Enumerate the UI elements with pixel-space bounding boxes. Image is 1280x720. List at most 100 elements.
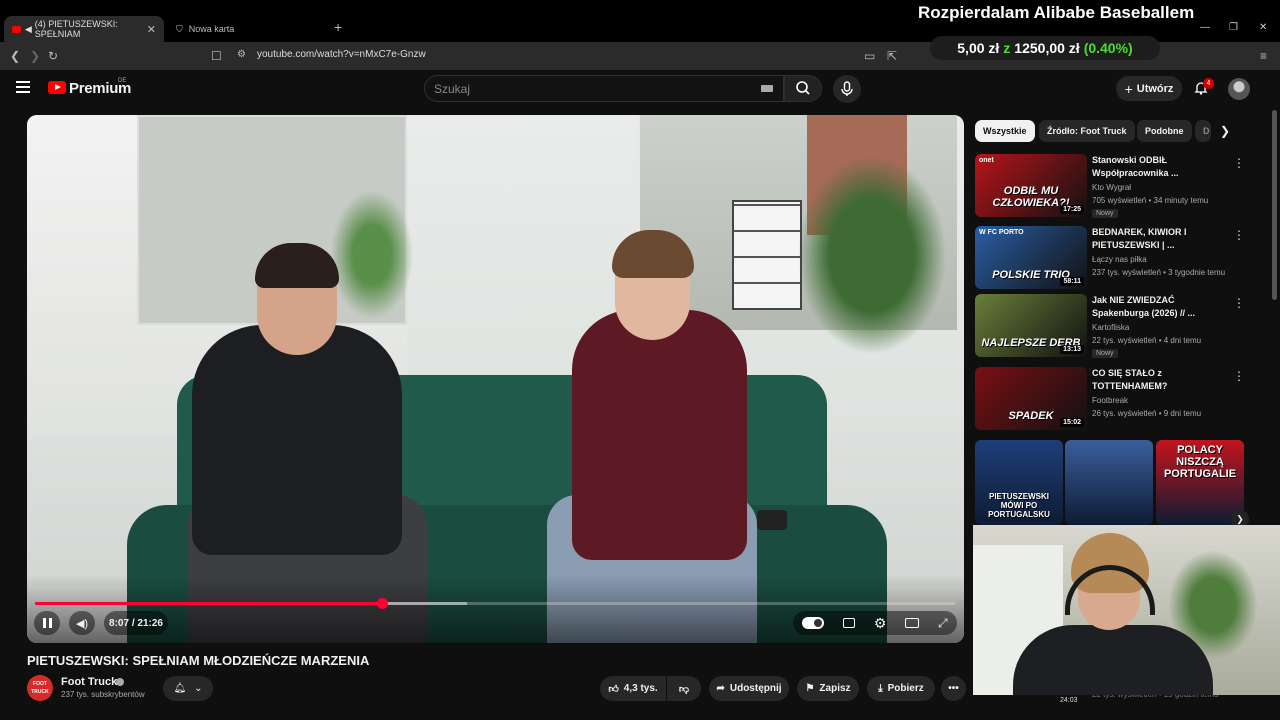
voice-search-button[interactable] bbox=[833, 75, 861, 103]
subscriber-count: 237 tys. subskrybentów bbox=[61, 690, 145, 699]
cast-icon[interactable]: ▭ bbox=[864, 49, 875, 63]
channel-name[interactable]: Foot Truck bbox=[61, 676, 117, 688]
short-thumbnail[interactable]: PIETUSZEWSKI MÓWI PO PORTUGALSKU bbox=[975, 440, 1063, 525]
close-tab-icon[interactable]: ✕ bbox=[147, 23, 156, 36]
more-horizontal-icon: ••• bbox=[948, 683, 959, 694]
share-button[interactable]: ➦ Udostępnij bbox=[709, 676, 789, 701]
youtube-logo-icon[interactable] bbox=[48, 81, 66, 94]
site-settings-icon[interactable]: ⚙ bbox=[237, 49, 246, 60]
video-thumbnail[interactable]: W FC PORTO POLSKIE TRIO 58:11 bbox=[975, 226, 1087, 289]
recommended-video-title[interactable]: Jak NIE ZWIEDZAĆ Spakenburga (2026) // .… bbox=[1092, 294, 1217, 320]
maximize-icon[interactable]: ❐ bbox=[1229, 22, 1238, 33]
pause-button[interactable] bbox=[34, 611, 60, 635]
microphone-icon bbox=[841, 81, 853, 96]
account-avatar[interactable] bbox=[1228, 78, 1250, 100]
chip-related[interactable]: Podobne bbox=[1137, 120, 1192, 142]
forward-icon[interactable]: ❯ bbox=[30, 49, 40, 63]
download-icon: ⤓ bbox=[878, 683, 883, 694]
new-badge: Nowy bbox=[1092, 209, 1118, 218]
shorts-shelf: PIETUSZEWSKI MÓWI PO PORTUGALSKU POLACY N… bbox=[975, 440, 1249, 528]
recommended-video-meta: 237 tys. wyświetleń • 3 tygodnie temu bbox=[1092, 268, 1226, 277]
progress-played bbox=[35, 602, 382, 605]
more-vertical-icon[interactable]: ⋮ bbox=[1233, 156, 1245, 170]
video-frame-phone bbox=[757, 510, 787, 530]
progress-scrubber-handle[interactable] bbox=[376, 598, 388, 609]
fullscreen-icon[interactable]: ⤢ bbox=[938, 616, 948, 631]
new-tab-button[interactable]: + bbox=[334, 19, 342, 35]
recommended-video[interactable]: SPADEK 15:02 CO SIĘ STAŁO z TOTTENHAMEM? Fo… bbox=[975, 367, 1245, 431]
short-thumbnail[interactable]: POLACY NISZCZĄ PORTUGALIE bbox=[1156, 440, 1244, 525]
recommended-video-title[interactable]: Stanowski ODBIŁ Współpracownika ... bbox=[1092, 154, 1217, 180]
recommended-video-title[interactable]: CO SIĘ STAŁO z TOTTENHAMEM? bbox=[1092, 367, 1217, 393]
close-window-icon[interactable]: ✕ bbox=[1259, 22, 1267, 33]
speaker-icon: ◀ bbox=[24, 23, 32, 34]
player-right-controls: ⚙ ⤢ bbox=[793, 611, 957, 635]
hamburger-menu-icon[interactable] bbox=[16, 81, 30, 93]
video-duration: 15:02 bbox=[1060, 418, 1084, 427]
volume-button[interactable]: ◀) bbox=[69, 611, 95, 635]
bookmark-icon[interactable]: ☐ bbox=[211, 49, 222, 63]
recommended-video-channel[interactable]: Footbreak bbox=[1092, 396, 1128, 405]
recommended-video-title[interactable]: BEDNAREK, KIWIOR I PIETUSZEWSKI | ... bbox=[1092, 226, 1217, 252]
video-thumbnail[interactable]: SPADEK 15:02 bbox=[975, 367, 1087, 430]
notification-count-badge: 4 bbox=[1203, 78, 1214, 89]
recommended-video-channel[interactable]: Kartofliska bbox=[1092, 323, 1129, 332]
tab-label: (4) PIETUSZEWSKI: SPEŁNIAM bbox=[34, 19, 118, 39]
video-thumbnail[interactable]: NAJLEPSZE DERB 13:13 bbox=[975, 294, 1087, 357]
recommended-video[interactable]: W FC PORTO POLSKIE TRIO 58:11 BEDNAREK, KIW… bbox=[975, 226, 1245, 290]
video-duration: 17:25 bbox=[1060, 205, 1084, 214]
dislike-button[interactable]: 👎︎ bbox=[667, 676, 701, 701]
plus-icon: + bbox=[1124, 80, 1133, 97]
short-title: PIETUSZEWSKI MÓWI PO PORTUGALSKU bbox=[988, 492, 1050, 519]
autoplay-toggle[interactable] bbox=[802, 617, 825, 629]
like-count: 4,3 tys. bbox=[623, 683, 658, 694]
settings-gear-icon[interactable]: ⚙ bbox=[874, 615, 887, 632]
theater-mode-icon[interactable] bbox=[905, 618, 920, 628]
back-icon[interactable]: ❮ bbox=[10, 49, 20, 63]
video-frame-window bbox=[732, 200, 802, 310]
url-text[interactable]: youtube.com/watch?v=nMxC7e-Gnzw bbox=[257, 49, 426, 60]
more-vertical-icon[interactable]: ⋮ bbox=[1233, 228, 1245, 242]
recommended-video-channel[interactable]: Kto Wygrał bbox=[1092, 183, 1131, 192]
short-title: POLACY NISZCZĄ PORTUGALIE bbox=[1163, 444, 1237, 480]
subtitles-icon[interactable] bbox=[843, 618, 856, 628]
browser-menu-icon[interactable]: ≡ bbox=[1260, 49, 1267, 63]
chevron-down-icon: ⌄ bbox=[194, 683, 203, 694]
minimize-icon[interactable]: — bbox=[1200, 22, 1210, 33]
recommended-video-channel[interactable]: Łączy nas piłka bbox=[1092, 255, 1147, 264]
thumbnail-label: onet bbox=[979, 157, 994, 164]
video-thumbnail[interactable]: onet ODBIŁ MU CZŁOWIEKA?! 17:25 bbox=[975, 154, 1087, 217]
keyboard-icon[interactable] bbox=[761, 85, 773, 92]
tab-new[interactable]: ⛉ Nowa karta bbox=[168, 16, 328, 42]
share-page-icon[interactable]: ⇱ bbox=[887, 49, 897, 63]
recommended-video[interactable]: onet ODBIŁ MU CZŁOWIEKA?! 17:25 Stanowski O… bbox=[975, 154, 1245, 218]
webcam-person-body bbox=[1013, 625, 1213, 695]
tab-youtube[interactable]: ◀ (4) PIETUSZEWSKI: SPEŁNIAM ✕ bbox=[4, 16, 164, 42]
verified-icon bbox=[116, 678, 124, 686]
video-frame-plant bbox=[797, 155, 947, 355]
save-label: Zapisz bbox=[819, 683, 851, 694]
download-button[interactable]: ⤓ Pobierz bbox=[867, 676, 935, 701]
channel-avatar[interactable]: FOOT TRUCK bbox=[27, 675, 53, 701]
reload-icon[interactable]: ↻ bbox=[48, 49, 58, 63]
chevron-right-icon[interactable]: ❯ bbox=[1220, 124, 1230, 138]
thumbnail-label: W FC PORTO bbox=[979, 229, 1024, 236]
save-button[interactable]: ⚑ Zapisz bbox=[797, 676, 859, 701]
more-vertical-icon[interactable]: ⋮ bbox=[1233, 296, 1245, 310]
short-thumbnail[interactable] bbox=[1065, 440, 1153, 525]
subscription-bell-button[interactable]: 🔔︎ ⌄ bbox=[163, 676, 213, 701]
more-actions-button[interactable]: ••• bbox=[941, 676, 966, 701]
video-progress-bar[interactable] bbox=[35, 598, 955, 609]
chip-all[interactable]: Wszystkie bbox=[975, 120, 1035, 142]
chip-source[interactable]: Źródło: Foot Truck bbox=[1039, 120, 1135, 142]
like-button[interactable]: 👍︎ 4,3 tys. bbox=[600, 676, 666, 701]
video-player[interactable] bbox=[27, 115, 964, 643]
search-input[interactable] bbox=[434, 76, 734, 101]
video-title: PIETUSZEWSKI: SPEŁNIAM MŁODZIEŃCZE MARZE… bbox=[27, 653, 370, 668]
search-button[interactable] bbox=[784, 75, 822, 102]
more-vertical-icon[interactable]: ⋮ bbox=[1233, 369, 1245, 383]
chip-overflow[interactable]: D bbox=[1195, 120, 1211, 142]
recommended-video[interactable]: NAJLEPSZE DERB 13:13 Jak NIE ZWIEDZAĆ Spak… bbox=[975, 294, 1245, 358]
page-scrollbar[interactable] bbox=[1272, 110, 1277, 300]
create-button[interactable]: + Utwórz bbox=[1116, 76, 1182, 101]
